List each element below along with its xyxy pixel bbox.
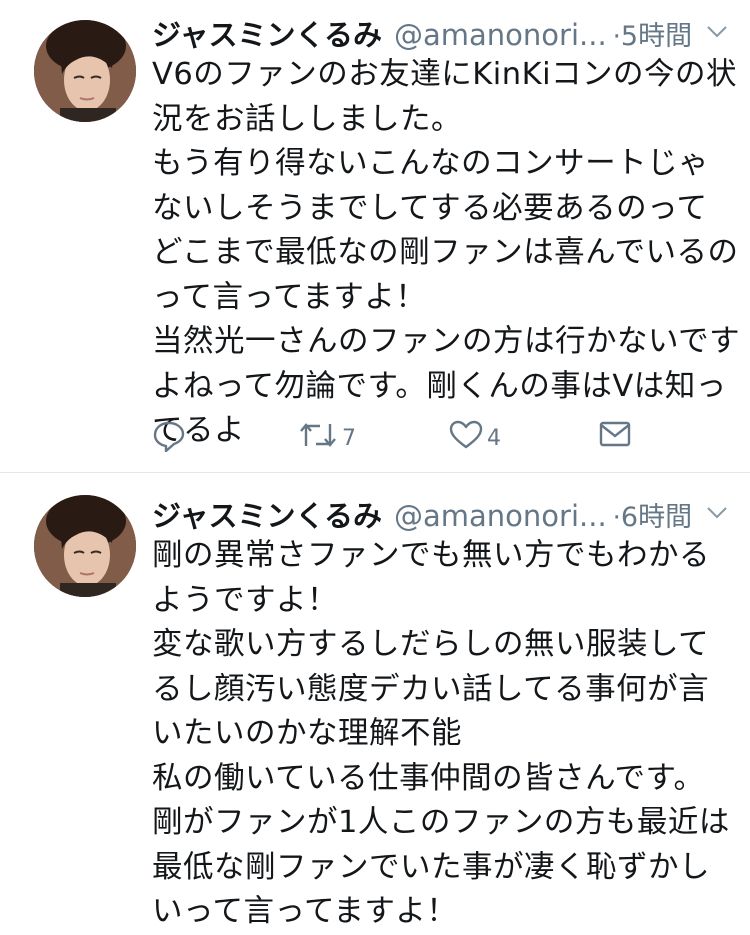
- tweet[interactable]: ジャスミンくるみ @amanonori... · 5時間 V6のファンのお友達に…: [0, 0, 750, 472]
- timestamp[interactable]: 5時間: [621, 14, 692, 53]
- tweet-header: ジャスミンくるみ @amanonori... · 6時間: [152, 493, 728, 535]
- like-count: 4: [487, 425, 501, 451]
- tweet-header: ジャスミンくるみ @amanonori... · 5時間: [152, 12, 728, 54]
- envelope-icon: [598, 420, 632, 454]
- tweet-text-line: って言ってますよ！: [152, 279, 427, 315]
- display-name[interactable]: ジャスミンくるみ: [152, 12, 382, 54]
- tweet-text-line: いって言ってますよ！: [152, 894, 458, 929]
- tweet-actions: 7 4: [152, 420, 642, 456]
- reply-icon: [152, 420, 186, 458]
- chevron-down-icon[interactable]: [706, 505, 728, 524]
- retweet-icon: [298, 420, 338, 456]
- tweet-text-line: よねって勿論です。剛くんの事はVは知っ: [152, 368, 727, 404]
- tweet[interactable]: ジャスミンくるみ @amanonori... · 6時間 剛の異常さファンでも無…: [0, 472, 750, 929]
- direct-message-button[interactable]: [598, 420, 632, 454]
- tweet-text: 剛の異常さファンでも無い方でもわかる ようですよ！ 変な歌い方するしだらしの無い…: [152, 534, 732, 935]
- tweet-text-line: 私の働いている仕事仲間の皆さんです。: [152, 760, 705, 796]
- tweet-text-line: もう有り得ないこんなのコンサートじゃ: [152, 146, 710, 181]
- retweet-button[interactable]: 7: [298, 420, 356, 456]
- avatar[interactable]: [34, 20, 136, 122]
- heart-icon: [449, 420, 483, 456]
- user-handle[interactable]: @amanonori...: [394, 499, 607, 533]
- tweet-text-line: 剛がファンが1人このファンの方も最近は: [152, 805, 730, 840]
- tweet-text-line: ようですよ！: [152, 582, 338, 618]
- tweet-text-line: V6のファンのお友達にKinKiコンの今の状: [152, 57, 738, 92]
- tweet-text-line: るし顔汚い態度デカい話してる事何が言: [152, 671, 710, 707]
- reply-button[interactable]: [152, 420, 186, 458]
- user-handle[interactable]: @amanonori...: [394, 18, 607, 52]
- tweet-text-line: 況をお話ししました。: [152, 101, 462, 137]
- tweet-text: V6のファンのお友達にKinKiコンの今の状 況をお話ししました。 もう有り得な…: [152, 53, 741, 454]
- chevron-down-icon[interactable]: [706, 24, 728, 43]
- separator: ·: [612, 22, 621, 52]
- separator: ·: [612, 503, 621, 533]
- avatar[interactable]: [34, 495, 136, 597]
- tweet-text-line: 当然光一さんのファンの方は行かないです: [152, 324, 741, 359]
- retweet-count: 7: [342, 425, 356, 451]
- tweet-text-line: 変な歌い方するしだらしの無い服装して: [152, 627, 710, 662]
- tweet-text-line: ないしそうまでしてする必要あるのって: [152, 190, 708, 226]
- like-button[interactable]: 4: [449, 420, 501, 456]
- timestamp[interactable]: 6時間: [621, 495, 692, 534]
- tweet-text-line: いたいのかな理解不能: [152, 716, 462, 751]
- display-name[interactable]: ジャスミンくるみ: [152, 493, 382, 535]
- tweet-text-line: 最低な剛ファンでいた事が凄く恥ずかし: [152, 849, 710, 885]
- tweet-text-line: 剛の異常さファンでも無い方でもわかる: [152, 538, 710, 573]
- tweet-text-line: どこまで最低なの剛ファンは喜んでいるの: [152, 235, 739, 270]
